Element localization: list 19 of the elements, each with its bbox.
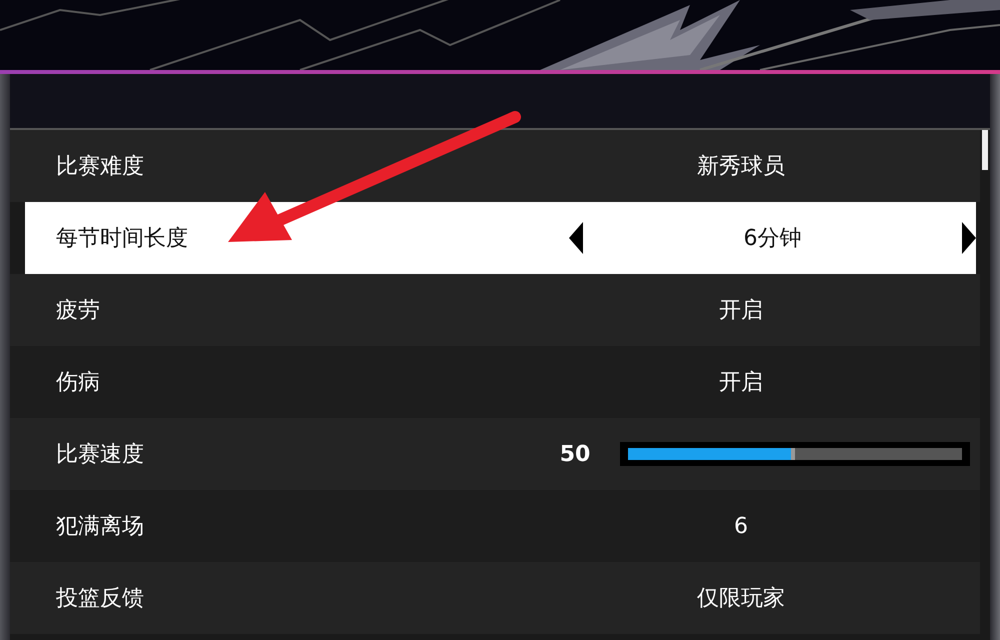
setting-label: 比赛难度 [55, 152, 145, 180]
setting-value: 50 [558, 440, 592, 468]
setting-label: 投篮反馈 [55, 584, 145, 612]
setting-value: 开启 [718, 368, 764, 396]
setting-value: 仅限玩家 [696, 584, 786, 612]
setting-value: 6分钟 [742, 224, 802, 252]
setting-row[interactable]: 每节时间长度 6分钟 [25, 202, 976, 274]
setting-label: 每节时间长度 [55, 224, 189, 252]
setting-row[interactable]: 比赛难度 新秀球员 [10, 130, 980, 202]
setting-value: 新秀球员 [696, 152, 786, 180]
setting-label: 犯满离场 [55, 512, 145, 540]
setting-row[interactable]: 疲劳 开启 [10, 274, 980, 346]
setting-label: 疲劳 [55, 296, 101, 324]
setting-value: 6 [733, 512, 749, 540]
setting-label: 伤病 [55, 368, 101, 396]
setting-row[interactable]: 投篮反馈 仅限玩家 [10, 562, 980, 634]
setting-label: 比赛速度 [55, 440, 145, 468]
setting-row[interactable]: 比赛速度 50 [10, 418, 980, 490]
setting-value: 开启 [718, 296, 764, 324]
